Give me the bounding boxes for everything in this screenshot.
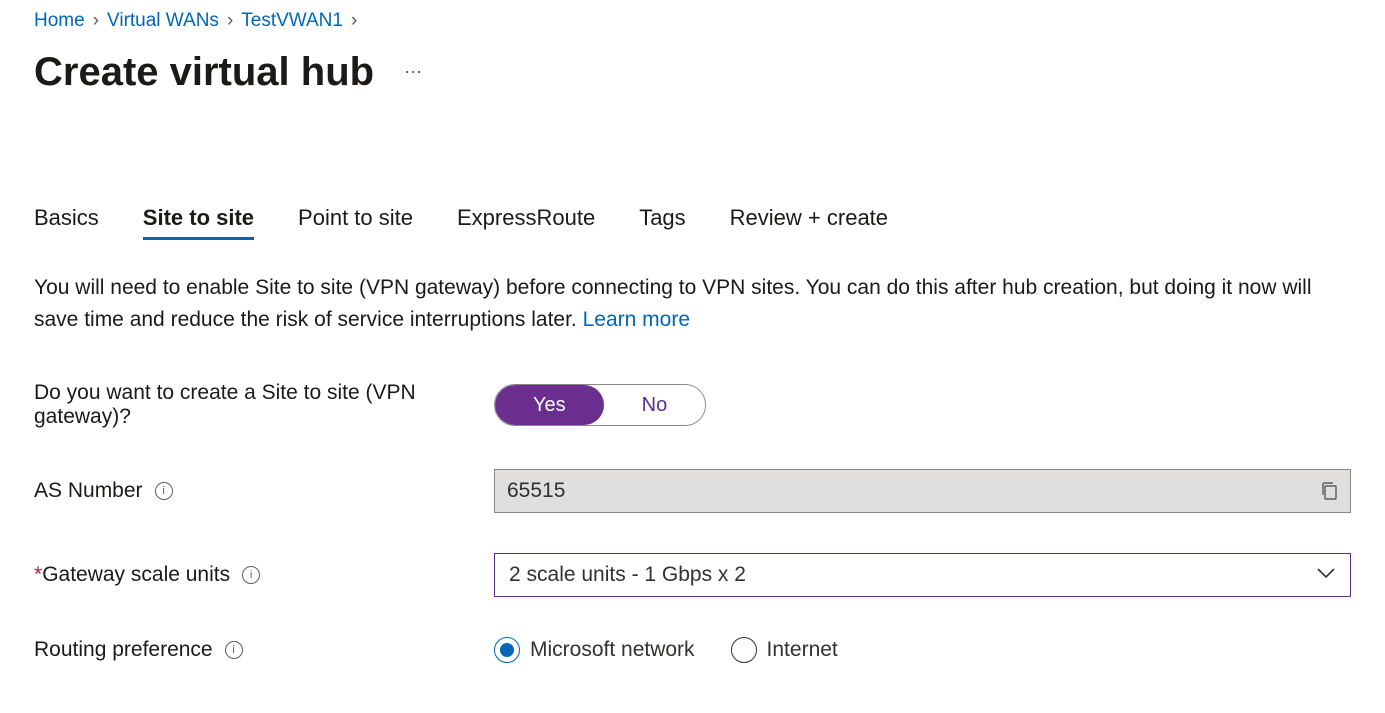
routing-pref-radio-group: Microsoft network Internet <box>494 637 1351 663</box>
tab-expressroute[interactable]: ExpressRoute <box>457 205 595 240</box>
routing-pref-internet-label: Internet <box>767 638 838 662</box>
scale-units-label: Gateway scale units <box>42 563 230 586</box>
radio-unselected-icon <box>731 637 757 663</box>
breadcrumb: Home › Virtual WANs › TestVWAN1 › <box>34 10 1351 32</box>
chevron-right-icon: › <box>93 10 99 32</box>
scale-units-value: 2 scale units - 1 Gbps x 2 <box>509 563 746 587</box>
as-number-field: 65515 <box>494 469 1351 513</box>
as-number-value: 65515 <box>507 479 565 503</box>
chevron-down-icon <box>1316 566 1336 584</box>
tab-basics[interactable]: Basics <box>34 205 99 240</box>
tab-description: You will need to enable Site to site (VP… <box>34 272 1314 335</box>
tab-tags[interactable]: Tags <box>639 205 685 240</box>
info-icon[interactable]: i <box>155 482 173 500</box>
learn-more-link[interactable]: Learn more <box>583 308 690 331</box>
info-icon[interactable]: i <box>242 566 260 584</box>
as-number-label: AS Number <box>34 479 143 503</box>
radio-selected-icon <box>494 637 520 663</box>
more-actions-icon[interactable]: ⋯ <box>404 62 424 83</box>
info-icon[interactable]: i <box>225 641 243 659</box>
scale-units-select[interactable]: 2 scale units - 1 Gbps x 2 <box>494 553 1351 597</box>
breadcrumb-virtual-wans[interactable]: Virtual WANs <box>107 10 219 32</box>
routing-pref-microsoft-label: Microsoft network <box>530 638 695 662</box>
tab-point-to-site[interactable]: Point to site <box>298 205 413 240</box>
tab-list: Basics Site to site Point to site Expres… <box>34 205 1351 240</box>
routing-pref-microsoft[interactable]: Microsoft network <box>494 637 695 663</box>
breadcrumb-testvwan1[interactable]: TestVWAN1 <box>241 10 343 32</box>
chevron-right-icon: › <box>227 10 233 32</box>
breadcrumb-home[interactable]: Home <box>34 10 85 32</box>
required-asterisk: * <box>34 563 42 586</box>
toggle-no[interactable]: No <box>604 385 706 425</box>
tab-site-to-site[interactable]: Site to site <box>143 205 254 240</box>
create-gateway-label: Do you want to create a Site to site (VP… <box>34 381 494 429</box>
chevron-right-icon: › <box>351 10 357 32</box>
routing-pref-label: Routing preference <box>34 638 213 662</box>
create-gateway-toggle: Yes No <box>494 384 706 426</box>
copy-icon[interactable] <box>1320 481 1338 501</box>
page-title: Create virtual hub <box>34 50 374 95</box>
toggle-yes[interactable]: Yes <box>495 385 604 425</box>
routing-pref-internet[interactable]: Internet <box>731 637 838 663</box>
tab-review-create[interactable]: Review + create <box>730 205 888 240</box>
